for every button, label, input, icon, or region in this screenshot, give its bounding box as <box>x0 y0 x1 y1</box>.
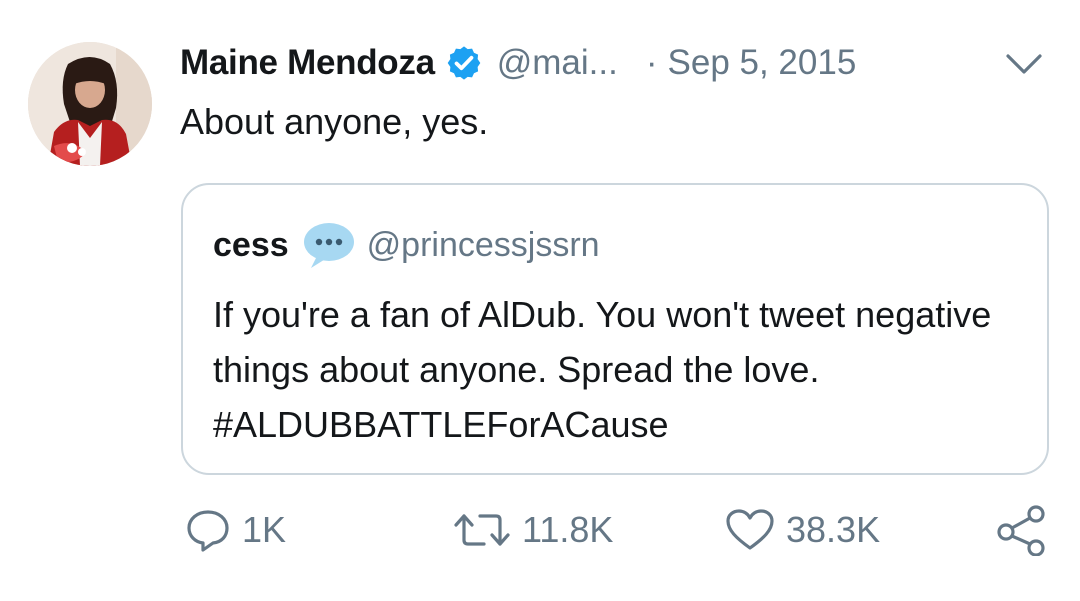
avatar[interactable] <box>28 42 152 166</box>
action-bar: 1K 11.8K 38.3K <box>0 500 1080 570</box>
quoted-author-handle: @princessjssrn <box>366 225 600 264</box>
share-button[interactable] <box>996 500 1048 560</box>
quoted-author-name: cess <box>213 225 289 264</box>
author-name[interactable]: Maine Mendoza <box>180 43 435 83</box>
author-handle[interactable]: @mai... <box>497 43 618 83</box>
tweet-text: About anyone, yes. <box>180 101 489 142</box>
quoted-text: If you're a fan of AlDub. You won't twee… <box>213 294 992 445</box>
tweet-header: Maine Mendoza @mai... · Sep 5, 2015 <box>180 38 856 88</box>
reply-icon <box>187 510 229 552</box>
like-icon <box>726 509 774 550</box>
tweet-date[interactable]: Sep 5, 2015 <box>668 43 857 83</box>
retweet-icon <box>454 514 510 546</box>
reply-button[interactable]: 1K <box>184 500 286 560</box>
retweet-button[interactable]: 11.8K <box>452 500 613 560</box>
quoted-header: cess @princessjssrn <box>213 220 600 270</box>
retweet-count: 11.8K <box>522 509 614 550</box>
verified-badge-icon <box>445 44 483 82</box>
separator-dot: · <box>645 43 658 82</box>
chevron-down-icon[interactable] <box>1002 46 1046 82</box>
tweet-card: Maine Mendoza @mai... · Sep 5, 2015 Abou… <box>0 0 1080 601</box>
like-count: 38.3K <box>786 509 881 550</box>
reply-count: 1K <box>242 509 287 550</box>
like-button[interactable]: 38.3K <box>724 500 880 560</box>
speech-balloon-icon <box>301 220 357 270</box>
quoted-tweet[interactable]: cess @princessjssrn If you're a fan of A… <box>181 183 1049 475</box>
share-icon <box>997 505 1045 556</box>
